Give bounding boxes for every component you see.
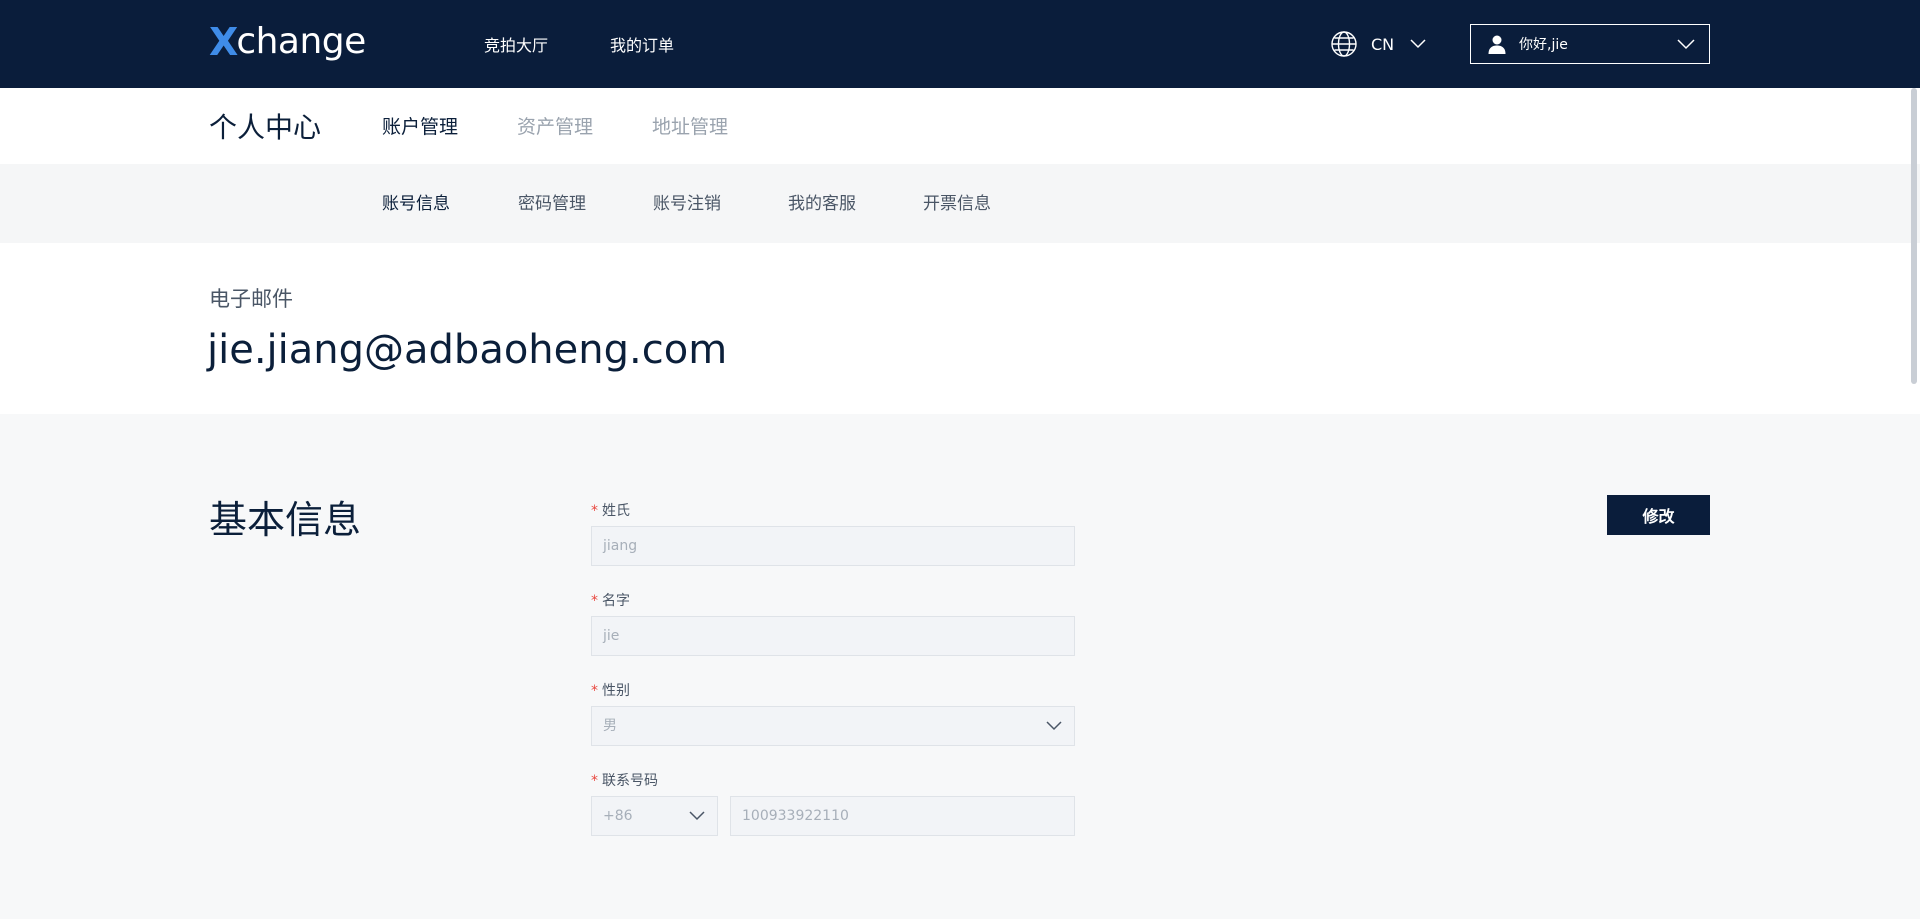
given-name-field[interactable]: jie bbox=[591, 616, 1075, 656]
subtab-account-info[interactable]: 账号信息 bbox=[382, 192, 450, 216]
user-greeting: 你好,jie bbox=[1519, 37, 1568, 53]
gender-label: * 性别 bbox=[591, 682, 630, 700]
phone-label: * 联系号码 bbox=[591, 772, 658, 790]
chevron-down-icon bbox=[1677, 39, 1695, 50]
page-title: 个人中心 bbox=[209, 111, 322, 144]
phone-label-text: 联系号码 bbox=[602, 773, 658, 789]
subtab-invoice-info[interactable]: 开票信息 bbox=[923, 192, 991, 216]
logo-text: change bbox=[236, 21, 366, 62]
country-code-select[interactable]: +86 bbox=[591, 796, 718, 836]
subtab-my-customer-service[interactable]: 我的客服 bbox=[788, 192, 856, 216]
email-value: jie.jiang@adbaoheng.com bbox=[207, 327, 728, 373]
surname-field[interactable]: jiang bbox=[591, 526, 1075, 566]
nav-auction-hall[interactable]: 竞拍大厅 bbox=[484, 0, 548, 88]
language-label: CN bbox=[1371, 34, 1395, 54]
subtab-password-management[interactable]: 密码管理 bbox=[518, 192, 586, 216]
email-label: 电子邮件 bbox=[209, 287, 293, 311]
gender-value: 男 bbox=[603, 718, 617, 734]
edit-button[interactable]: 修改 bbox=[1607, 495, 1710, 535]
required-mark: * bbox=[591, 503, 598, 519]
given-name-label-text: 名字 bbox=[602, 593, 630, 609]
logo-x: X bbox=[209, 20, 238, 64]
phone-number-field[interactable]: 100933922110 bbox=[730, 796, 1075, 836]
basic-info-title: 基本信息 bbox=[209, 498, 362, 542]
gender-select[interactable]: 男 bbox=[591, 706, 1075, 746]
language-selector[interactable]: CN bbox=[1330, 29, 1426, 59]
chevron-down-icon bbox=[1410, 39, 1426, 49]
chevron-down-icon bbox=[689, 811, 705, 821]
user-menu-dropdown[interactable]: 你好,jie bbox=[1470, 24, 1710, 64]
required-mark: * bbox=[591, 773, 598, 789]
surname-label-text: 姓氏 bbox=[602, 503, 630, 519]
surname-label: * 姓氏 bbox=[591, 502, 630, 520]
required-mark: * bbox=[591, 593, 598, 609]
user-icon bbox=[1488, 35, 1506, 54]
tab-asset-management[interactable]: 资产管理 bbox=[517, 114, 593, 140]
chevron-down-icon bbox=[1046, 721, 1062, 731]
globe-icon bbox=[1331, 31, 1357, 57]
required-mark: * bbox=[591, 683, 598, 699]
tab-address-management[interactable]: 地址管理 bbox=[652, 114, 728, 140]
country-code-value: +86 bbox=[603, 808, 633, 824]
subtab-account-cancellation[interactable]: 账号注销 bbox=[653, 192, 721, 216]
tab-account-management[interactable]: 账户管理 bbox=[382, 114, 458, 140]
gender-label-text: 性别 bbox=[602, 683, 630, 699]
xchange-logo[interactable]: Xchange bbox=[209, 20, 366, 64]
page-scrollbar[interactable] bbox=[1911, 88, 1917, 384]
given-name-label: * 名字 bbox=[591, 592, 630, 610]
nav-my-orders[interactable]: 我的订单 bbox=[610, 0, 674, 88]
